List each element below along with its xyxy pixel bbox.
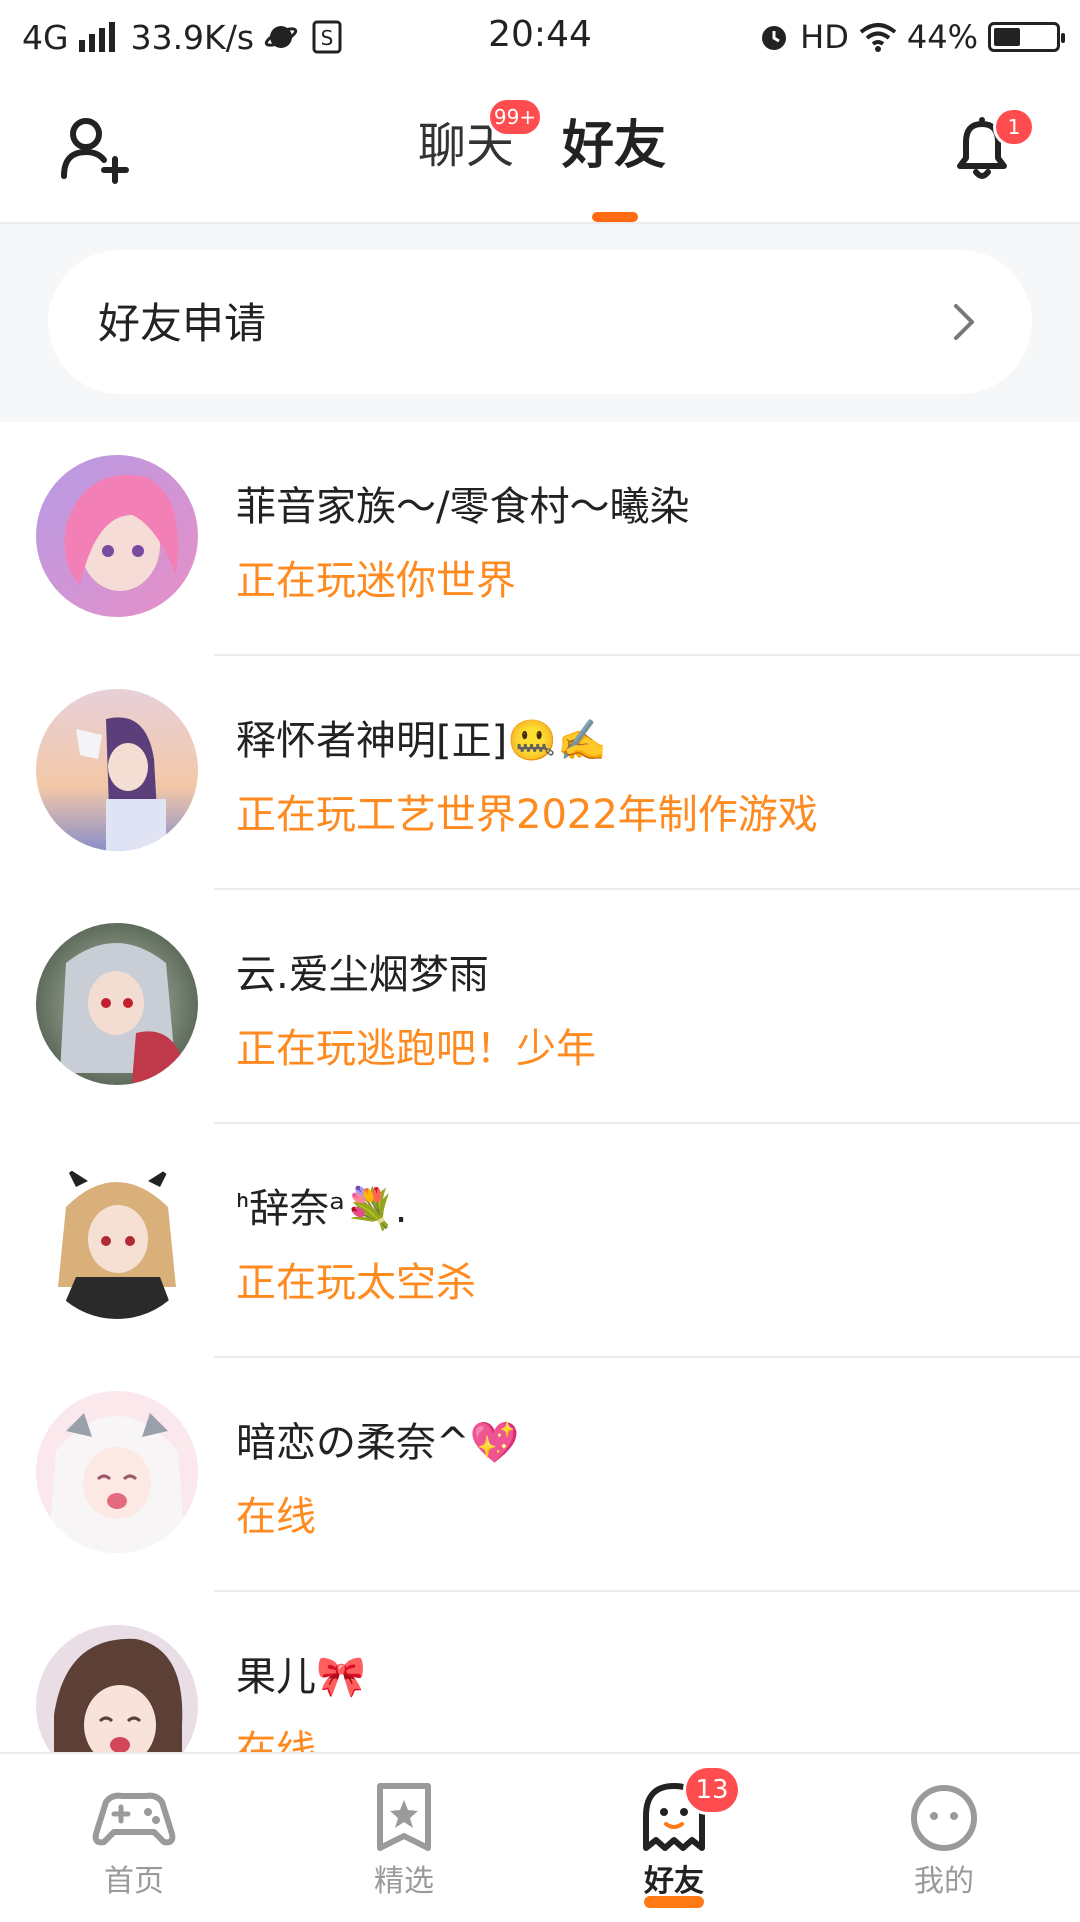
nav-label: 好友 [644,1864,704,1899]
avatar[interactable] [36,689,198,851]
tab-friends[interactable]: 好友 [562,114,666,178]
top-header: 聊天 99+ 好友 1 [0,74,1080,224]
avatar[interactable] [36,1391,198,1553]
nav-label: 精选 [374,1864,434,1899]
avatar[interactable] [36,455,198,617]
friend-row[interactable]: 云.爱尘烟梦雨 正在玩逃跑吧！少年 [0,890,1080,1124]
chevron-right-icon [954,304,974,340]
friend-row[interactable]: 释怀者神明[正]🤐✍️ 正在玩工艺世界2022年制作游戏 [0,656,1080,890]
avatar[interactable] [36,923,198,1085]
nav-home[interactable]: 首页 [34,1754,234,1922]
alarm-icon [762,26,787,50]
friend-name: 云.爱尘烟梦雨 [236,952,489,998]
status-bar: 4G 33.9K/s S 20:44 HD 44% [0,0,1080,74]
nav-friends[interactable]: 13 好友 [574,1754,774,1922]
battery-icon [988,22,1065,52]
friend-requests-button[interactable]: 好友申请 [48,250,1032,394]
nav-me[interactable]: 我的 [844,1754,1044,1922]
smiley-face-icon [911,1785,977,1851]
chat-unread-badge: 99+ [490,100,540,134]
avatar[interactable] [36,1157,198,1319]
nav-label: 我的 [914,1864,974,1899]
friend-requests-section: 好友申请 [0,224,1080,422]
nav-label: 首页 [104,1864,164,1899]
wifi-icon [859,23,897,52]
friend-status: 正在玩迷你世界 [236,558,516,604]
friend-name: ᑋ辞奈ᵃ💐. [236,1186,408,1232]
gamepad-icon [92,1792,176,1846]
notification-badge: 1 [996,110,1032,144]
friend-status: 正在玩工艺世界2022年制作游戏 [236,792,818,838]
nav-featured[interactable]: 精选 [304,1754,504,1922]
friend-status: 正在玩逃跑吧！少年 [236,1026,596,1072]
friend-status: 正在玩太空杀 [236,1260,476,1306]
top-tabs: 聊天 99+ 好友 [0,74,1080,222]
friend-name: 菲音家族～/零食村～曦染 [236,484,690,530]
friends-unread-badge: 13 [686,1768,738,1812]
friend-status: 在线 [236,1728,316,1752]
friend-row[interactable]: 菲音家族～/零食村～曦染 正在玩迷你世界 [0,422,1080,656]
friend-name: 暗恋の柔奈^💖 [236,1420,520,1466]
friend-list[interactable]: 菲音家族～/零食村～曦染 正在玩迷你世界 释怀者神明[正]🤐✍️ 正在玩工艺世界… [0,422,1080,1752]
active-tab-indicator [592,212,638,222]
hd-indicator: HD [800,18,849,56]
active-nav-indicator [644,1896,704,1908]
status-right: HD 44% [748,16,1065,58]
friend-row[interactable]: ᑋ辞奈ᵃ💐. 正在玩太空杀 [0,1124,1080,1358]
bottom-navigation: 首页 精选 13 好友 我的 [0,1752,1080,1922]
friend-name: 释怀者神明[正]🤐✍️ [236,718,607,764]
friend-status: 在线 [236,1494,316,1540]
battery-percent: 44% [906,18,978,56]
friend-name: 果儿🎀 [236,1654,366,1700]
avatar[interactable] [36,1625,198,1752]
friend-row[interactable]: 暗恋の柔奈^💖 在线 [0,1358,1080,1592]
battery-level [994,28,1020,46]
friend-requests-label: 好友申请 [98,299,267,348]
star-bookmark-icon [377,1783,431,1851]
friend-row[interactable]: 果儿🎀 在线 [0,1592,1080,1752]
